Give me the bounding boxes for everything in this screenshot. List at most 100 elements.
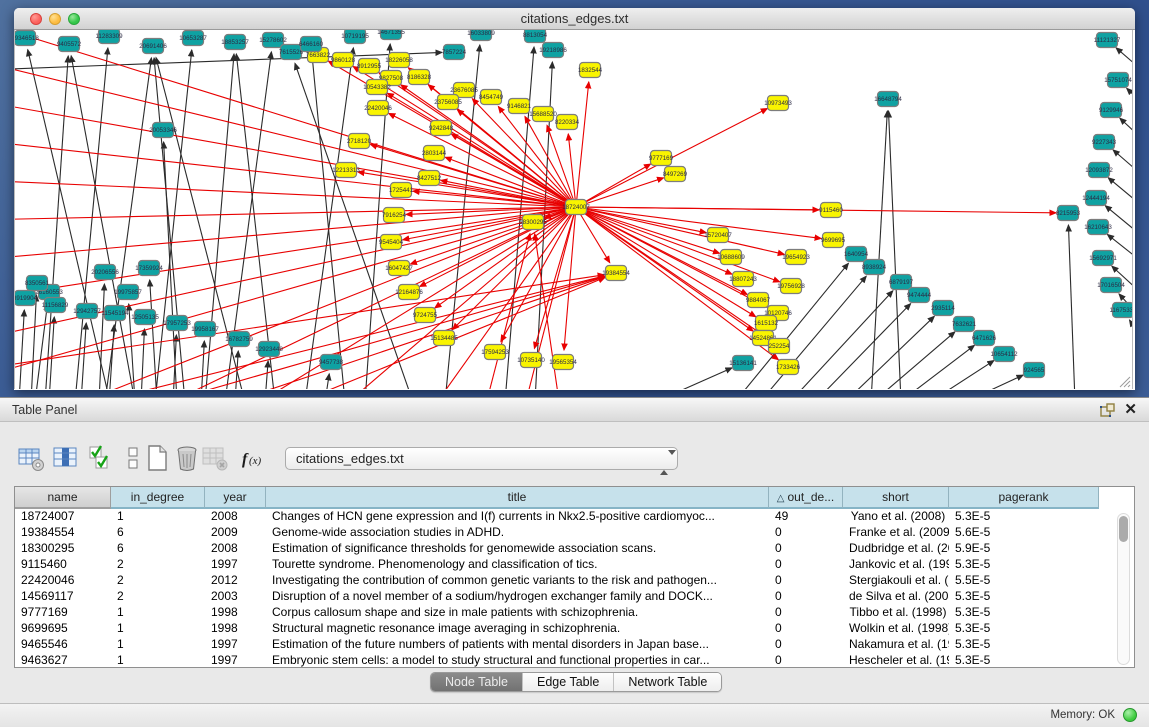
graph-node[interactable]: 12923448 — [255, 342, 283, 357]
graph-node[interactable]: 8350561 — [25, 276, 50, 291]
graph-node[interactable]: 17957253 — [163, 316, 191, 331]
graph-node[interactable]: 924565 — [1024, 363, 1045, 378]
graph-node[interactable]: 10973493 — [764, 96, 792, 111]
graph-node[interactable]: 9115460 — [819, 203, 843, 218]
graph-node[interactable]: 12213313 — [332, 163, 360, 178]
graph-node[interactable]: 20206556 — [91, 265, 119, 280]
graph-node[interactable]: 1640954 — [844, 247, 869, 262]
graph-node[interactable]: 1615132 — [754, 316, 779, 331]
graph-node[interactable]: 2803144 — [422, 146, 447, 161]
graph-node[interactable]: 15688520 — [529, 107, 557, 122]
network-canvas[interactable]: 1872400798601288912955182260589827508105… — [14, 30, 1133, 389]
graph-node[interactable]: 8186328 — [407, 70, 432, 85]
graph-node[interactable]: 15720407 — [704, 228, 732, 243]
graph-node[interactable]: 8813054 — [523, 30, 548, 43]
tab-edge-table[interactable]: Edge Table — [523, 673, 614, 692]
graph-node[interactable]: 11121327 — [1094, 33, 1121, 48]
graph-node[interactable]: 14671355 — [377, 30, 405, 40]
graph-node[interactable]: 6471626 — [972, 331, 997, 346]
graph-node[interactable]: 8454749 — [479, 90, 504, 105]
graph-node[interactable]: 9545404 — [379, 235, 404, 250]
graph-node[interactable]: 9227343 — [1092, 135, 1117, 150]
graph-node[interactable]: 9884067 — [746, 293, 771, 308]
graph-node[interactable]: 11283309 — [95, 30, 123, 44]
table-settings-icon[interactable] — [16, 443, 46, 473]
graph-node[interactable]: 16210643 — [1084, 220, 1112, 235]
graph-node[interactable]: 12942757 — [73, 304, 101, 319]
graph-node[interactable]: 7857224 — [442, 45, 467, 60]
graph-node[interactable]: 9777169 — [649, 151, 674, 166]
graph-node[interactable]: 6879197 — [889, 275, 914, 290]
graph-node[interactable]: 9724755 — [413, 308, 438, 323]
graph-node[interactable]: 15751074 — [1104, 73, 1132, 88]
graph-node[interactable]: 19565354 — [549, 355, 577, 370]
delete-icon[interactable] — [172, 443, 202, 473]
graph-node[interactable]: 10688609 — [717, 250, 745, 265]
graph-node[interactable]: 8912955 — [357, 59, 382, 74]
resize-grip-icon[interactable] — [1117, 374, 1131, 388]
graph-node[interactable]: 20053346 — [149, 123, 177, 138]
graph-node[interactable]: 10654112 — [990, 347, 1018, 362]
graph-node[interactable]: 19218986 — [539, 43, 567, 58]
table-row[interactable]: 969969511998Structural magnetic resonanc… — [15, 621, 1134, 637]
graph-node[interactable]: 12093872 — [1085, 163, 1113, 178]
graph-node[interactable]: 12164876 — [395, 285, 423, 300]
table-row[interactable]: 946554611997Estimation of the future num… — [15, 637, 1134, 653]
graph-node[interactable]: 22420046 — [364, 101, 392, 116]
graph-node[interactable]: 15134485 — [430, 331, 458, 346]
graph-node[interactable]: 2718120 — [347, 134, 372, 149]
graph-node[interactable]: 20691406 — [139, 39, 167, 54]
table-row[interactable]: 1938455462009Genome-wide association stu… — [15, 525, 1134, 541]
graph-node[interactable]: 18300295 — [519, 215, 547, 230]
column-header-year[interactable]: year — [205, 487, 266, 509]
graph-node[interactable]: 19346518 — [15, 31, 39, 46]
graph-node[interactable]: 15136141 — [729, 356, 757, 371]
graph-node[interactable]: 18807243 — [729, 272, 757, 287]
float-panel-icon[interactable] — [1100, 403, 1115, 418]
graph-node[interactable]: 9860128 — [331, 53, 356, 68]
graph-node[interactable]: 252254 — [769, 339, 790, 354]
graph-node[interactable]: 9699695 — [821, 233, 846, 248]
graph-node[interactable]: 17016504 — [1097, 278, 1125, 293]
close-panel-icon[interactable]: ✕ — [1124, 402, 1137, 418]
column-header-short[interactable]: short — [843, 487, 949, 509]
graph-node[interactable]: 18724007 — [562, 200, 590, 215]
column-header-name[interactable]: name — [15, 487, 111, 509]
graph-node[interactable]: 10543382 — [363, 80, 391, 95]
graph-node[interactable]: 19384554 — [602, 266, 630, 281]
column-header-title[interactable]: title — [266, 487, 769, 509]
graph-node[interactable]: 18226058 — [385, 53, 413, 68]
column-header-out_de[interactable]: △out_de... — [769, 487, 843, 509]
graph-node[interactable]: 9129946 — [1099, 103, 1124, 118]
graph-node[interactable]: 12505135 — [131, 310, 159, 325]
graph-node[interactable]: 11156829 — [42, 298, 69, 313]
graph-node[interactable]: 9474444 — [907, 288, 932, 303]
graph-node[interactable]: 3919904 — [15, 291, 38, 306]
graph-node[interactable]: 8215953 — [1056, 206, 1081, 221]
graph-node[interactable]: 11675334 — [1109, 303, 1133, 318]
table-row[interactable]: 977716911998Corpus callosum shape and si… — [15, 605, 1134, 621]
graph-node[interactable]: 8938924 — [862, 260, 887, 275]
graph-node[interactable]: 16648794 — [874, 92, 902, 107]
insert-column-icon[interactable] — [50, 443, 80, 473]
graph-node[interactable]: 15692971 — [1089, 251, 1117, 266]
graph-node[interactable]: 1733426 — [776, 360, 801, 375]
tab-network-table[interactable]: Network Table — [614, 673, 721, 692]
graph-node[interactable]: 9457738 — [319, 355, 344, 370]
column-header-pagerank[interactable]: pagerank — [949, 487, 1099, 509]
column-header-in_degree[interactable]: in_degree — [111, 487, 205, 509]
graph-node[interactable]: 6466160 — [299, 37, 324, 52]
table-row[interactable]: 1872400712008Changes of HCN gene express… — [15, 509, 1134, 525]
graph-node[interactable]: 1832544 — [578, 63, 603, 78]
graph-node[interactable]: 8220334 — [555, 115, 580, 130]
graph-node[interactable]: 19654923 — [782, 250, 810, 265]
function-builder-icon[interactable]: f (x) — [238, 443, 268, 473]
graph-node[interactable]: 16782759 — [225, 332, 253, 347]
graph-node[interactable]: 11545194 — [101, 306, 129, 321]
graph-node[interactable]: 18853257 — [221, 35, 249, 50]
table-row[interactable]: 1456911722003Disruption of a novel membe… — [15, 589, 1134, 605]
table-row[interactable]: 911546021997Tourette syndrome. Phenomeno… — [15, 557, 1134, 573]
graph-node[interactable]: 9146821 — [507, 99, 532, 114]
table-scrollbar-thumb[interactable] — [1119, 516, 1128, 542]
graph-node[interactable]: 7916254 — [382, 208, 407, 223]
